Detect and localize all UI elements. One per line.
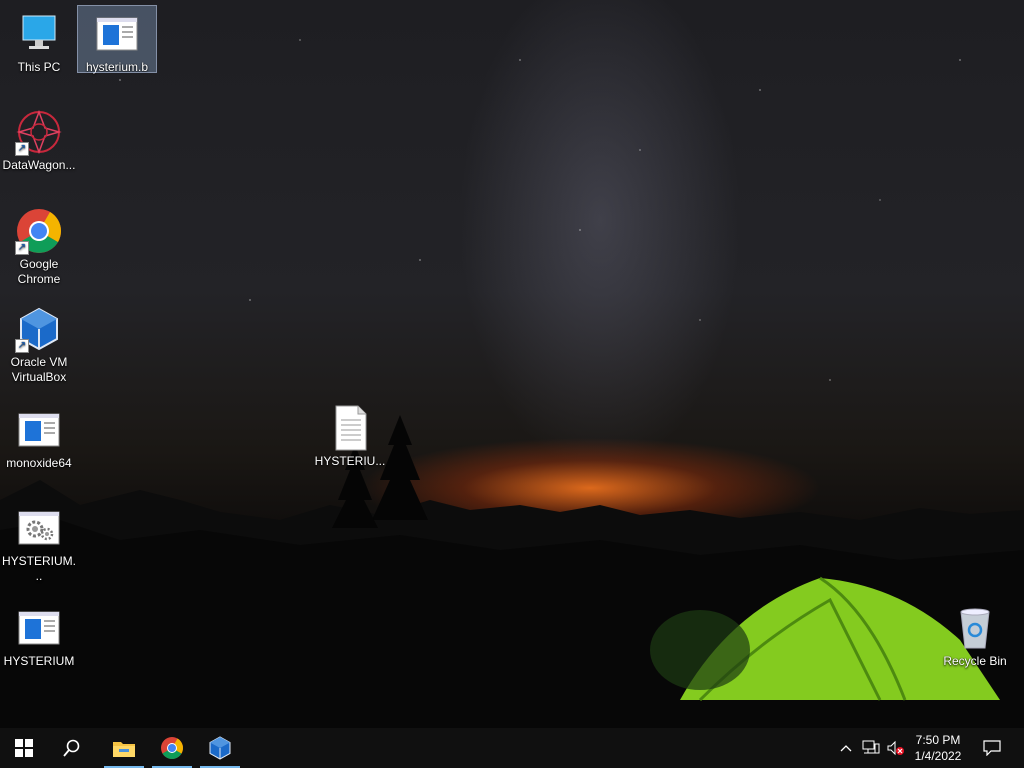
desktop-icon-virtualbox[interactable]: ↗ Oracle VM VirtualBox [0, 301, 78, 385]
show-hidden-icons-button[interactable] [836, 728, 856, 768]
desktop-icon-hysterium[interactable]: HYSTERIUM [0, 600, 78, 669]
desktop-icon-hysterium-settings[interactable]: HYSTERIUM... [0, 500, 78, 584]
desktop[interactable]: This PC hysterium.b ↗ DataWagon... ↗ Goo… [0, 0, 1024, 728]
desktop-icon-label: This PC [17, 60, 61, 74]
desktop-icon-google-chrome[interactable]: ↗ Google Chrome [0, 203, 78, 287]
taskbar-chrome[interactable] [148, 728, 196, 768]
desktop-icon-label: monoxide64 [6, 456, 72, 470]
desktop-icon-datawagon[interactable]: ↗ DataWagon... [0, 104, 78, 173]
datawagon-icon: ↗ [15, 108, 63, 156]
desktop-icon-label: HYSTERIUM... [2, 554, 77, 583]
application-window-icon [15, 406, 63, 454]
search-icon [63, 739, 80, 757]
taskbar: 7:50 PM 1/4/2022 [0, 728, 1024, 768]
desktop-icon-recycle-bin[interactable]: Recycle Bin [936, 600, 1014, 669]
desktop-icon-label: hysterium.b [85, 60, 149, 74]
shortcut-arrow-icon: ↗ [15, 339, 29, 353]
desktop-icon-label: DataWagon... [2, 158, 76, 172]
application-window-icon [15, 604, 63, 652]
chrome-icon: ↗ [15, 207, 63, 255]
desktop-icon-this-pc[interactable]: This PC [0, 6, 78, 75]
search-button[interactable] [48, 728, 96, 768]
virtualbox-icon: ↗ [15, 305, 63, 353]
action-center-button[interactable] [976, 728, 1008, 768]
desktop-icon-label: HYSTERIU... [314, 454, 386, 468]
desktop-icon-label: Recycle Bin [943, 654, 1007, 668]
application-window-icon [93, 10, 141, 58]
recycle-bin-icon [951, 604, 999, 652]
network-icon [862, 740, 880, 754]
desktop-icon-hysterium-b[interactable]: hysterium.b [77, 5, 157, 74]
desktop-icon-label: Google Chrome [17, 257, 61, 286]
chevron-up-icon [840, 745, 852, 752]
windows-logo-icon [15, 739, 33, 757]
taskbar-virtualbox[interactable] [196, 728, 244, 768]
clock-time: 7:50 PM [915, 733, 961, 747]
taskbar-file-explorer[interactable] [100, 728, 148, 768]
gear-icon [15, 504, 63, 552]
volume-button[interactable] [884, 728, 906, 768]
computer-icon [15, 10, 63, 58]
desktop-icon-hysterium-text-file[interactable]: HYSTERIU... [311, 400, 389, 469]
text-document-icon [326, 404, 374, 452]
notification-icon [983, 740, 1001, 756]
clock-date: 1/4/2022 [914, 749, 962, 763]
shortcut-arrow-icon: ↗ [15, 142, 29, 156]
virtualbox-icon [209, 736, 231, 760]
chrome-icon [161, 737, 183, 759]
wallpaper-landscape [0, 415, 1024, 728]
file-explorer-icon [113, 742, 135, 757]
shortcut-arrow-icon: ↗ [15, 241, 29, 255]
clock[interactable]: 7:50 PM 1/4/2022 [908, 732, 968, 764]
desktop-icon-label: Oracle VM VirtualBox [10, 355, 68, 384]
start-button[interactable] [0, 728, 48, 768]
desktop-icon-monoxide64[interactable]: monoxide64 [0, 402, 78, 471]
network-button[interactable] [860, 728, 882, 768]
desktop-icon-label: HYSTERIUM [3, 654, 75, 668]
volume-muted-icon [887, 740, 904, 756]
